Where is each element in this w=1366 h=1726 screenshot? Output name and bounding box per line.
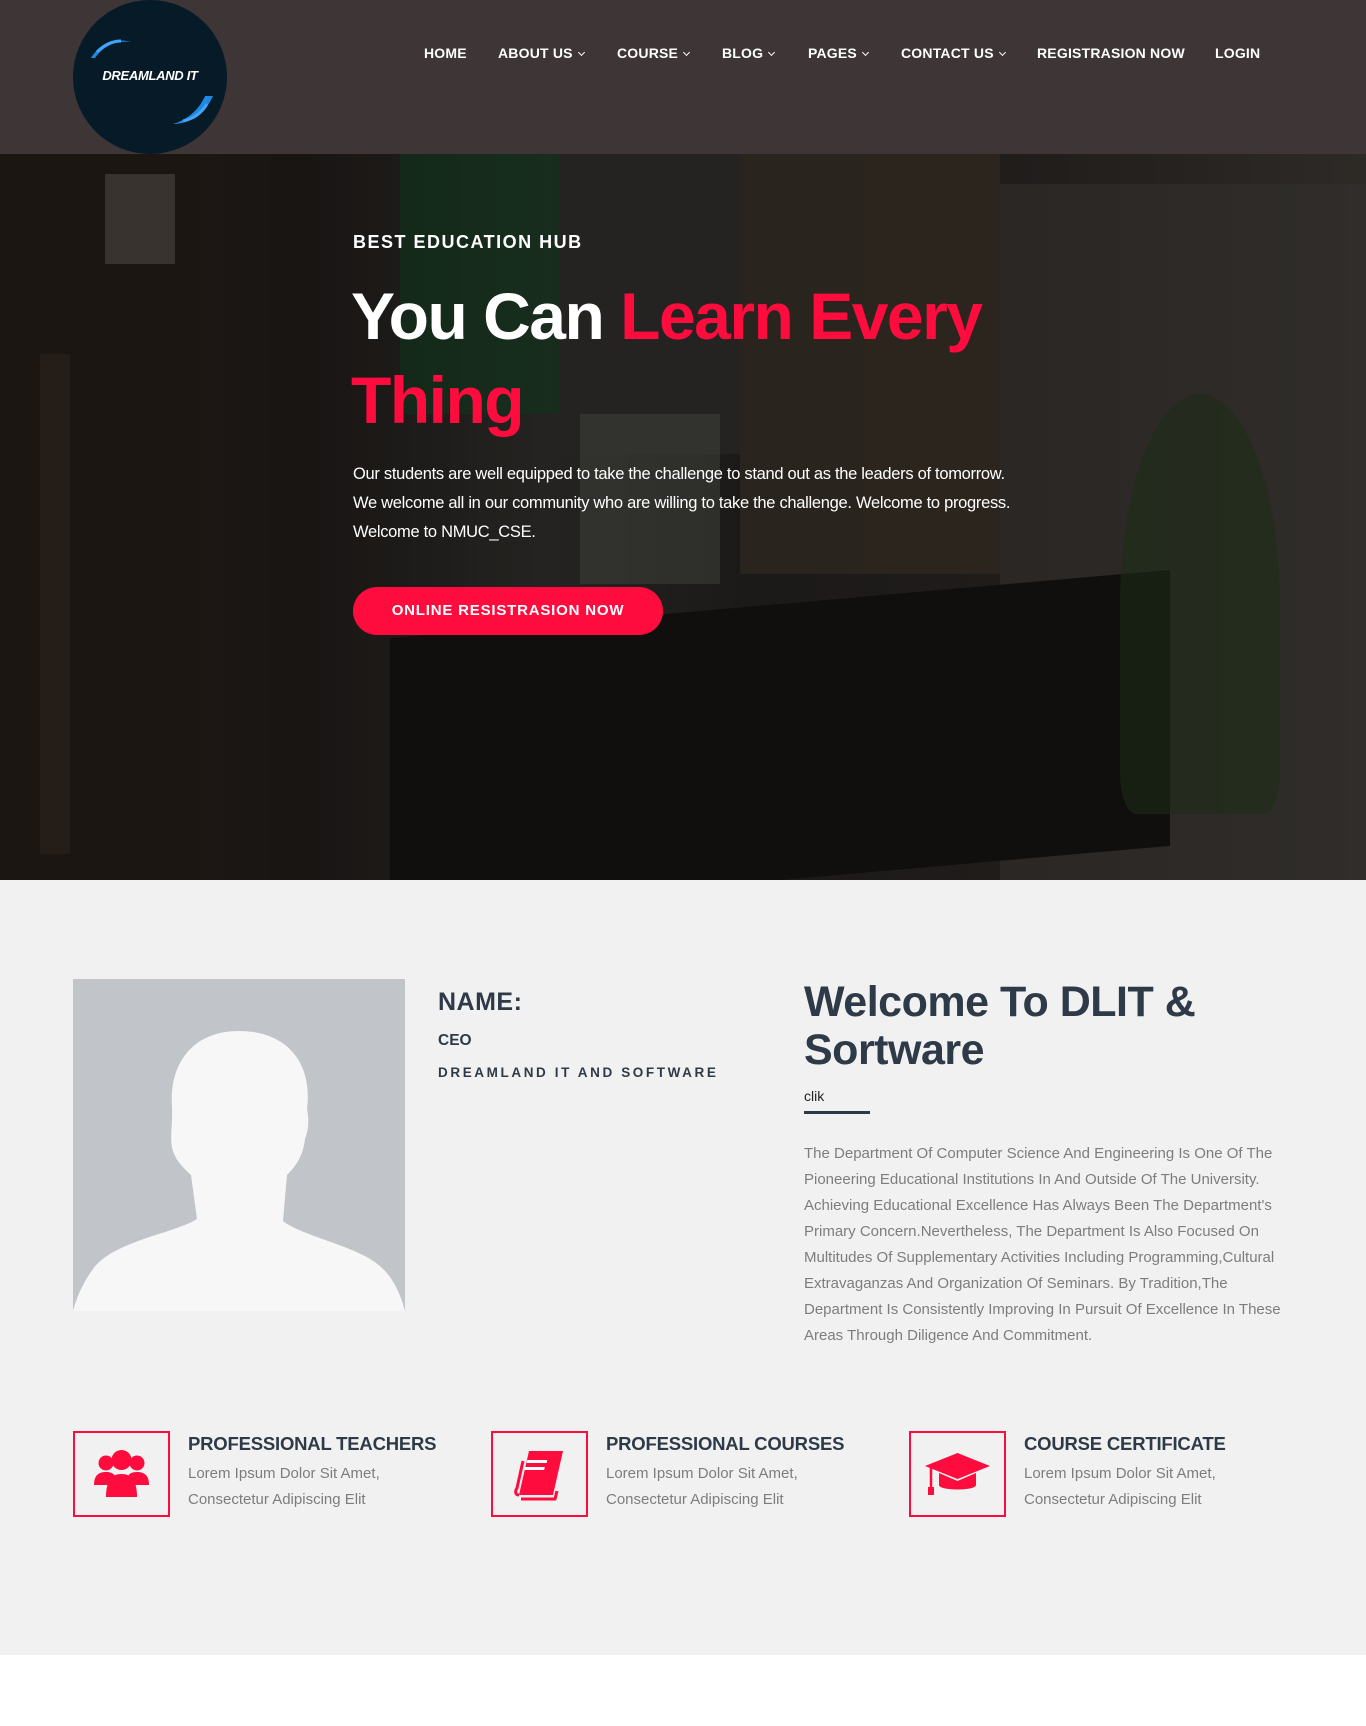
nav-contact-us[interactable]: CONTACT US [901,45,1006,61]
profile-name-label: NAME: [438,988,523,1016]
hero-subtitle: BEST EDUCATION HUB [353,232,583,252]
feature-icon-box [909,1431,1006,1517]
hero-description: Our students are well equipped to take t… [353,465,1011,541]
users-icon [94,1450,149,1497]
feature-text: Lorem Ipsum Dolor Sit Amet, Consectetur … [606,1465,798,1508]
chevron-down-icon [768,48,776,57]
feature-text: Lorem Ipsum Dolor Sit Amet, Consectetur … [188,1465,380,1508]
about-section: NAME: CEO DREAMLAND IT AND SOFTWARE Welc… [0,880,1366,1655]
hero-title: You Can Learn Every Thing [351,279,983,437]
nav-login[interactable]: LOGIN [1215,45,1260,61]
profile-role: CEO [438,1032,472,1049]
feature-title: PROFESSIONAL COURSES [606,1433,845,1454]
chevron-down-icon [577,48,585,57]
site-header: DREAMLAND IT HOME ABOUT US COURSE BLOG P… [0,0,1366,154]
online-registration-button[interactable]: ONLINE RESISTRASION NOW [353,587,663,635]
chevron-down-icon [998,48,1006,57]
chevron-down-icon [861,48,870,57]
nav-home[interactable]: HOME [424,45,467,61]
nav-registrasion-now[interactable]: REGISTRASION NOW [1037,45,1185,61]
graduation-cap-icon [925,1453,990,1495]
feature-icon-box [73,1431,170,1517]
profile-company: DREAMLAND IT AND SOFTWARE [438,1065,719,1080]
feature-icon-box [491,1431,588,1517]
feature-text: Lorem Ipsum Dolor Sit Amet, Consectetur … [1024,1465,1216,1508]
clik-link[interactable]: clik [804,1088,824,1104]
person-silhouette-icon [73,979,405,1311]
welcome-body: The Department Of Computer Science And E… [804,1145,1281,1344]
main-nav: HOME ABOUT US COURSE BLOG PAGES CONTACT … [0,0,1366,108]
nav-course[interactable]: COURSE [617,45,691,61]
nav-blog[interactable]: BLOG [722,45,776,61]
feature-title: PROFESSIONAL TEACHERS [188,1433,437,1454]
nav-about-us[interactable]: ABOUT US [498,45,585,61]
hero-section: BEST EDUCATION HUB You Can Learn Every T… [0,154,1366,880]
title-underline [804,1111,870,1114]
chevron-down-icon [683,48,691,57]
book-icon [514,1451,563,1501]
welcome-title: Welcome To DLIT & Sortware [804,978,1196,1074]
nav-pages[interactable]: PAGES [808,45,870,61]
feature-title: COURSE CERTIFICATE [1024,1433,1226,1454]
